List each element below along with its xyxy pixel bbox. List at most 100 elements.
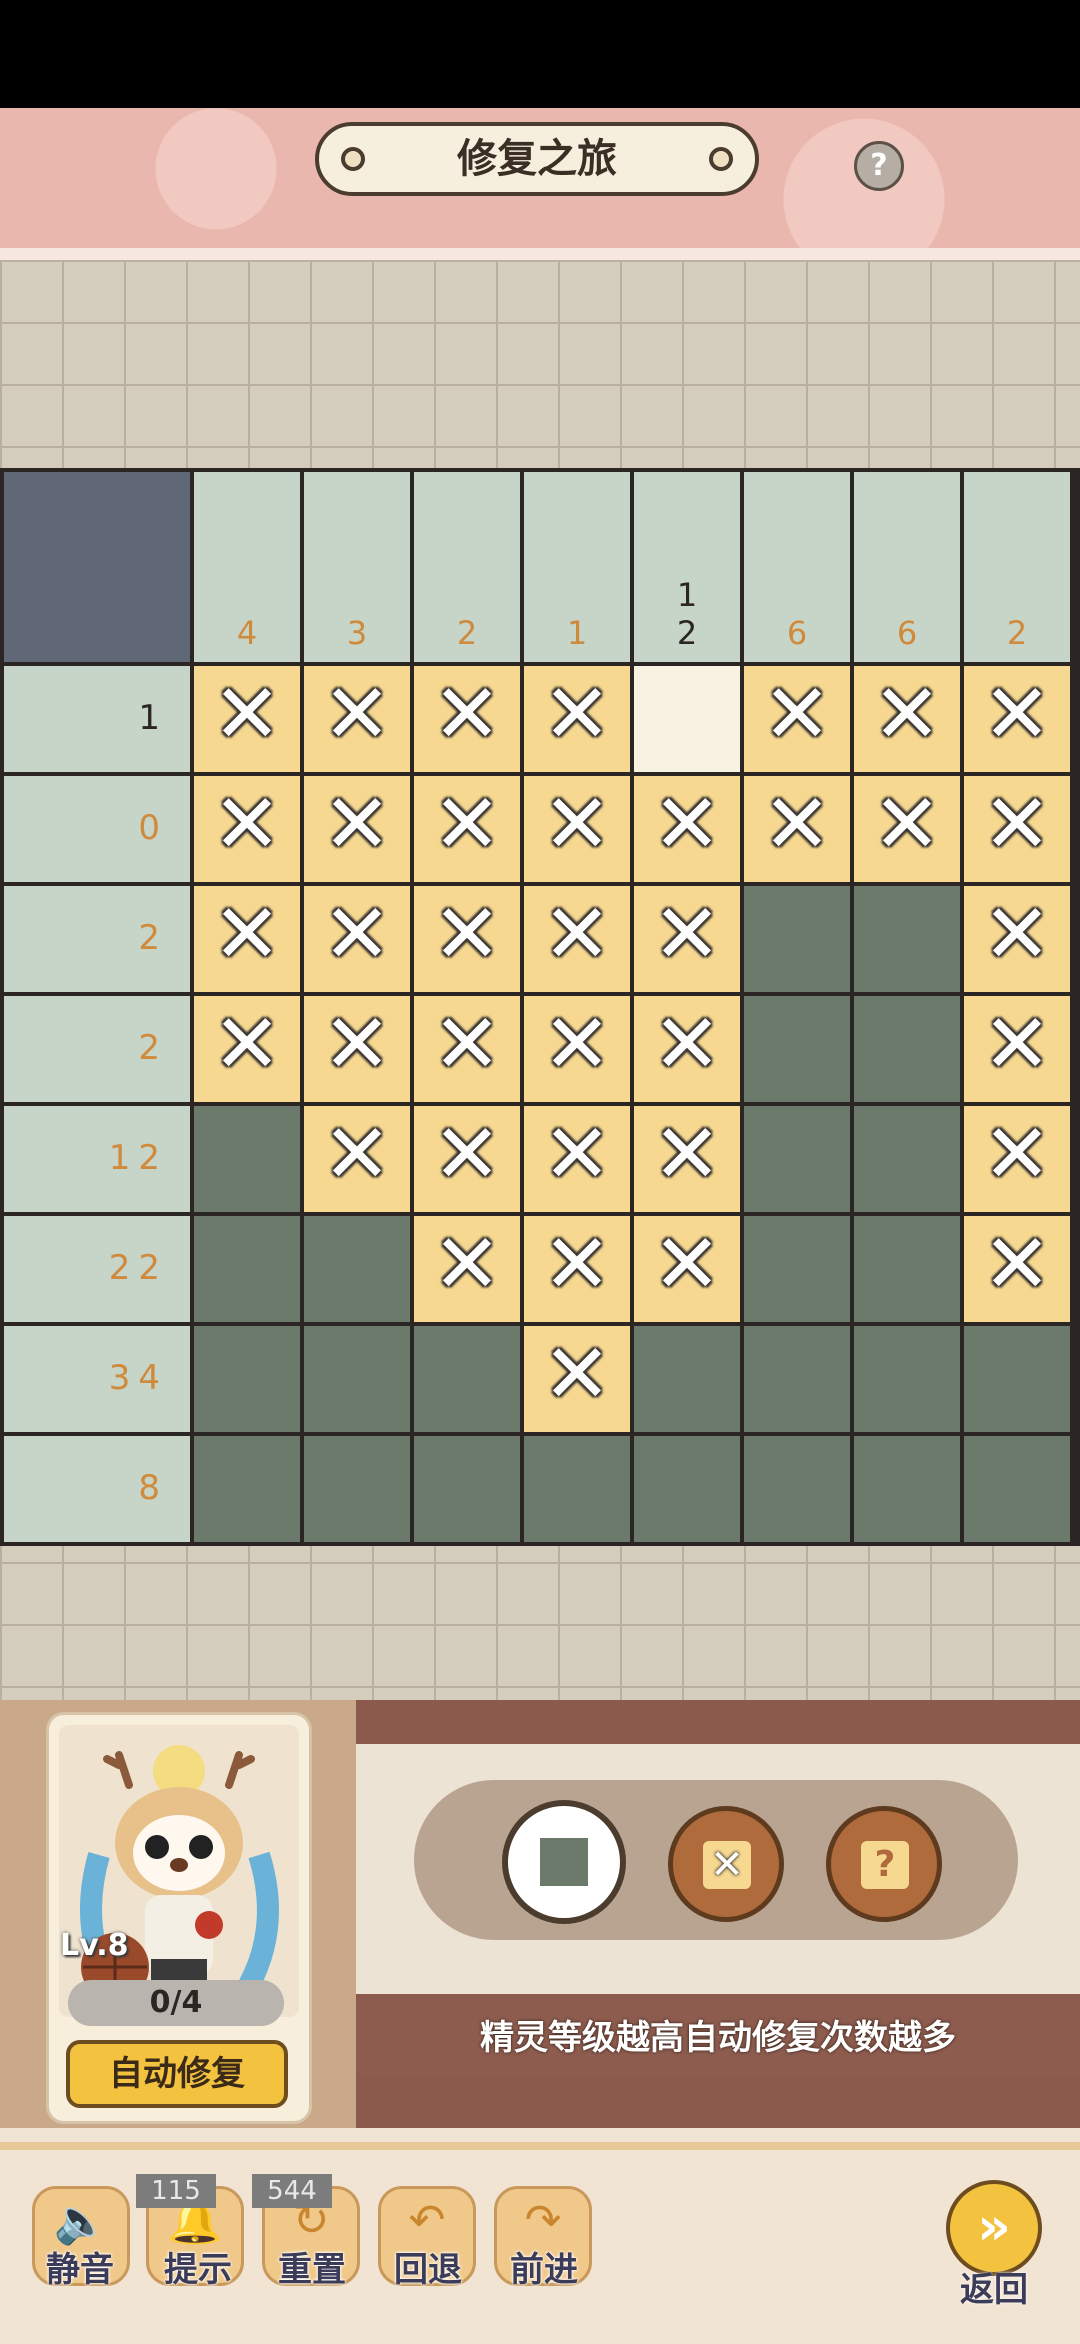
cell-crossed[interactable] [634,1216,740,1322]
row-clue-number: 22 [108,1248,168,1288]
cell-crossed[interactable] [964,776,1070,882]
cell-crossed[interactable] [194,996,300,1102]
cell-filled[interactable] [744,1216,850,1322]
column-clue: 2 [414,472,520,662]
cross-icon: ✕ [703,1841,751,1889]
cell-filled[interactable] [854,886,960,992]
spirit-level: Lv.8 [60,1928,129,1963]
cell-filled[interactable] [304,1326,410,1432]
help-icon: ? [870,148,888,183]
cell-crossed[interactable] [414,996,520,1102]
help-button[interactable]: ? [854,141,904,191]
cell-crossed[interactable] [524,996,630,1102]
cross-tool-button[interactable]: ✕ [668,1806,784,1922]
column-clue: 12 [634,472,740,662]
cell-crossed[interactable] [964,886,1070,992]
cell-crossed[interactable] [524,1216,630,1322]
cell-crossed[interactable] [634,886,740,992]
cell-crossed[interactable] [744,776,850,882]
page-title: 修复之旅 [457,136,617,182]
column-clue: 6 [744,472,850,662]
cell-crossed[interactable] [414,1216,520,1322]
row-clue-number: 2 [138,918,168,958]
banner-dot-left [341,147,365,171]
cell-filled[interactable] [634,1326,740,1432]
cell-filled[interactable] [854,1106,960,1212]
fill-tool-button[interactable] [502,1800,626,1924]
row-clue: 2 [4,886,190,992]
banner-dot-right [709,147,733,171]
cell-crossed[interactable] [634,776,740,882]
row-clue: 0 [4,776,190,882]
cell-crossed[interactable] [524,886,630,992]
cell-filled[interactable] [194,1216,300,1322]
row-clue: 22 [4,1216,190,1322]
cell-crossed[interactable] [304,886,410,992]
column-clue-number: 2 [1006,614,1028,652]
cell-filled[interactable] [414,1436,520,1542]
cell-filled[interactable] [744,1326,850,1432]
cell-crossed[interactable] [304,666,410,772]
cell-filled[interactable] [634,1436,740,1542]
cell-filled[interactable] [304,1216,410,1322]
cell-filled[interactable] [194,1326,300,1432]
cell-crossed[interactable] [194,666,300,772]
cell-crossed[interactable] [634,996,740,1102]
unknown-tool-button[interactable]: ? [826,1806,942,1922]
cell-crossed[interactable] [524,1326,630,1432]
cell-crossed[interactable] [414,776,520,882]
fill-square-icon [540,1838,588,1886]
cell-filled[interactable] [964,1436,1070,1542]
column-clue-number: 3 [346,614,368,652]
cell-crossed[interactable] [854,666,960,772]
cell-filled[interactable] [854,996,960,1102]
cell-filled[interactable] [194,1106,300,1212]
cell-crossed[interactable] [304,1106,410,1212]
question-icon: ? [861,1841,909,1889]
cell-crossed[interactable] [414,886,520,992]
cell-filled[interactable] [964,1326,1070,1432]
cell-filled[interactable] [414,1326,520,1432]
cell-filled[interactable] [744,996,850,1102]
cell-crossed[interactable] [964,1216,1070,1322]
cell-crossed[interactable] [304,996,410,1102]
cell-filled[interactable] [524,1436,630,1542]
column-clue-number: 6 [896,614,918,652]
spirit-portrait [59,1725,299,2017]
back-label: 返回 [960,2270,1028,2310]
cell-crossed[interactable] [524,1106,630,1212]
cell-filled[interactable] [194,1436,300,1542]
cell-filled[interactable] [744,1106,850,1212]
cell-filled[interactable] [744,886,850,992]
undo-label: 回退 [394,2250,462,2290]
cell-crossed[interactable] [194,886,300,992]
row-clue-number: 2 [138,1028,168,1068]
cell-crossed[interactable] [414,666,520,772]
cell-crossed[interactable] [304,776,410,882]
cell-crossed[interactable] [964,996,1070,1102]
column-clue-number: 1 [566,614,588,652]
column-clue-number: 6 [786,614,808,652]
cell-filled[interactable] [304,1436,410,1542]
cell-crossed[interactable] [524,666,630,772]
cell-filled[interactable] [744,1436,850,1542]
hint-count: 115 [136,2174,216,2208]
row-clue-number: 8 [138,1468,168,1508]
cell-filled[interactable] [854,1436,960,1542]
cell-crossed[interactable] [964,666,1070,772]
auto-repair-button[interactable]: 自动修复 [66,2040,288,2108]
cell-empty[interactable] [634,666,740,772]
row-clue: 2 [4,996,190,1102]
column-clue: 3 [304,472,410,662]
cell-crossed[interactable] [964,1106,1070,1212]
cell-filled[interactable] [854,1216,960,1322]
cell-crossed[interactable] [854,776,960,882]
cell-crossed[interactable] [744,666,850,772]
cell-filled[interactable] [854,1326,960,1432]
cell-crossed[interactable] [194,776,300,882]
row-clue: 8 [4,1436,190,1542]
cell-crossed[interactable] [414,1106,520,1212]
column-clue: 1 [524,472,630,662]
cell-crossed[interactable] [634,1106,740,1212]
cell-crossed[interactable] [524,776,630,882]
